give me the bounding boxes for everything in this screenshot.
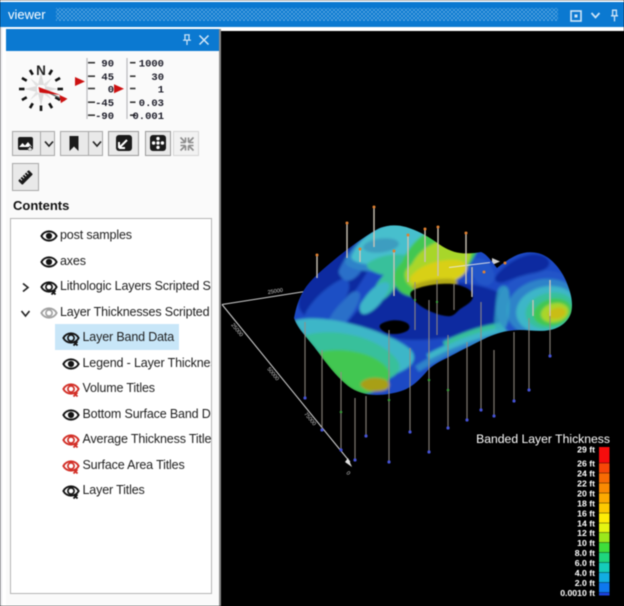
svg-text:-45: -45 [95,98,114,110]
svg-text:45: 45 [101,72,114,84]
svg-text:29 ft: 29 ft [577,445,595,455]
svg-text:14 ft: 14 ft [577,519,595,529]
svg-text:0: 0 [108,84,114,96]
svg-text:75000: 75000 [302,411,316,427]
svg-text:50000: 50000 [265,366,279,382]
svg-text:0: 0 [344,470,351,476]
svg-text:8.0 ft: 8.0 ft [575,548,595,558]
svg-text:18 ft: 18 ft [577,499,595,509]
svg-text:1: 1 [158,84,164,96]
svg-text:4.0 ft: 4.0 ft [575,568,595,578]
svg-text:2.0 ft: 2.0 ft [575,578,595,588]
svg-text:1000: 1000 [139,58,164,70]
svg-text:20 ft: 20 ft [577,489,595,499]
svg-text:26 ft: 26 ft [577,459,595,469]
svg-text:N: N [36,63,46,78]
svg-text:0.001: 0.001 [132,111,164,123]
svg-text:25000: 25000 [229,322,243,338]
svg-text:12 ft: 12 ft [577,528,595,538]
svg-text:10 ft: 10 ft [577,538,595,548]
svg-text:-90: -90 [95,111,114,123]
svg-text:90: 90 [101,58,114,70]
svg-text:0.0010 ft: 0.0010 ft [560,588,595,598]
svg-text:22 ft: 22 ft [577,479,595,489]
svg-text:16 ft: 16 ft [577,509,595,519]
svg-text:6.0 ft: 6.0 ft [575,558,595,568]
svg-text:24 ft: 24 ft [577,469,595,479]
svg-text:0.03: 0.03 [139,98,164,110]
svg-text:30: 30 [151,72,164,84]
